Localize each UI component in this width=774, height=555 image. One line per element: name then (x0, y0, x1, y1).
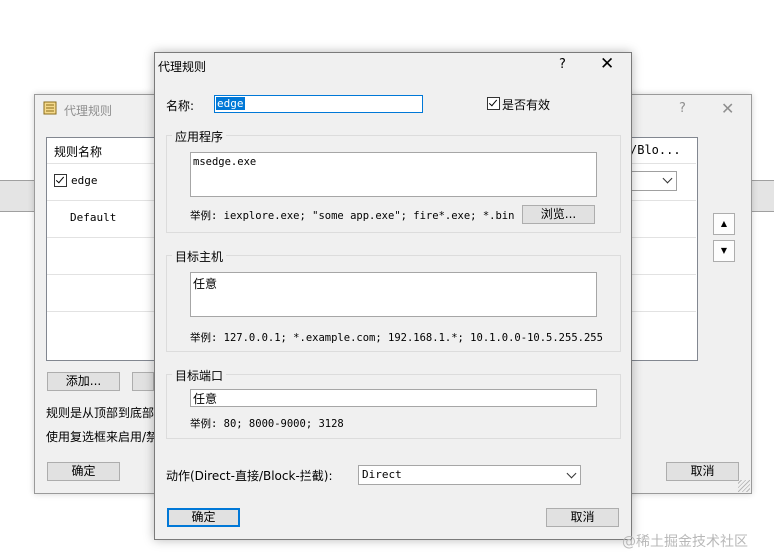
browse-button[interactable]: 浏览... (522, 205, 595, 224)
back-info-text: 规则是从顶部到底部 (46, 406, 155, 420)
dialog-title: 代理规则 (158, 60, 207, 74)
app-example: 举例: iexplore.exe; "some app.exe"; fire*.… (190, 210, 515, 222)
back-close-button[interactable]: ✕ (721, 99, 734, 118)
app-value: msedge.exe (193, 156, 257, 168)
back-help-button[interactable]: ? (679, 101, 686, 116)
chevron-down-icon (662, 173, 673, 184)
ok-button[interactable]: 确定 (167, 508, 240, 527)
rule-enabled-checkbox[interactable] (54, 174, 67, 187)
port-group-label: 目标端口 (172, 367, 227, 384)
rule-action-dropdown[interactable] (630, 171, 677, 191)
move-up-button[interactable]: ▲ (713, 213, 735, 235)
move-down-button[interactable]: ▼ (713, 240, 735, 262)
chevron-down-icon (566, 468, 577, 479)
host-example: 举例: 127.0.0.1; *.example.com; 192.168.1.… (190, 332, 603, 344)
rules-list-icon (43, 101, 57, 115)
name-label: 名称: (166, 99, 195, 113)
app-textarea[interactable]: msedge.exe (190, 152, 597, 197)
back-cancel-button[interactable]: 取消 (666, 462, 739, 481)
enabled-label: 是否有效 (502, 98, 551, 112)
port-input[interactable]: 任意 (190, 389, 597, 407)
port-value: 任意 (193, 392, 218, 406)
app-group-label: 应用程序 (172, 128, 227, 145)
close-button[interactable]: ✕ (600, 54, 614, 74)
name-input-value[interactable]: edge (216, 97, 245, 110)
port-example: 举例: 80; 8000-9000; 3128 (190, 418, 344, 430)
host-group-label: 目标主机 (172, 248, 227, 265)
action-label: 动作(Direct-直接/Block-拦截): (166, 469, 333, 483)
action-value: Direct (362, 468, 402, 481)
resize-grip[interactable] (738, 480, 750, 492)
help-button[interactable]: ? (559, 57, 566, 72)
back-ok-button[interactable]: 确定 (47, 462, 120, 481)
back-info-text: 使用复选框来启用/禁 (46, 430, 159, 444)
table-row[interactable]: Default (70, 211, 116, 224)
table-row[interactable]: edge (71, 174, 98, 187)
name-input[interactable] (214, 95, 423, 113)
cancel-button[interactable]: 取消 (546, 508, 619, 527)
column-header-action[interactable]: /Blo... (630, 143, 681, 157)
back-dialog-title: 代理规则 (64, 104, 113, 118)
back-hidden-button[interactable] (132, 372, 154, 391)
host-textarea[interactable]: 任意 (190, 272, 597, 317)
watermark: @稀土掘金技术社区 (622, 534, 748, 550)
add-rule-button[interactable]: 添加... (47, 372, 120, 391)
host-value: 任意 (193, 277, 218, 291)
action-dropdown[interactable]: Direct (358, 465, 581, 485)
column-header-rule-name[interactable]: 规则名称 (54, 143, 102, 160)
enabled-checkbox[interactable] (487, 97, 500, 110)
